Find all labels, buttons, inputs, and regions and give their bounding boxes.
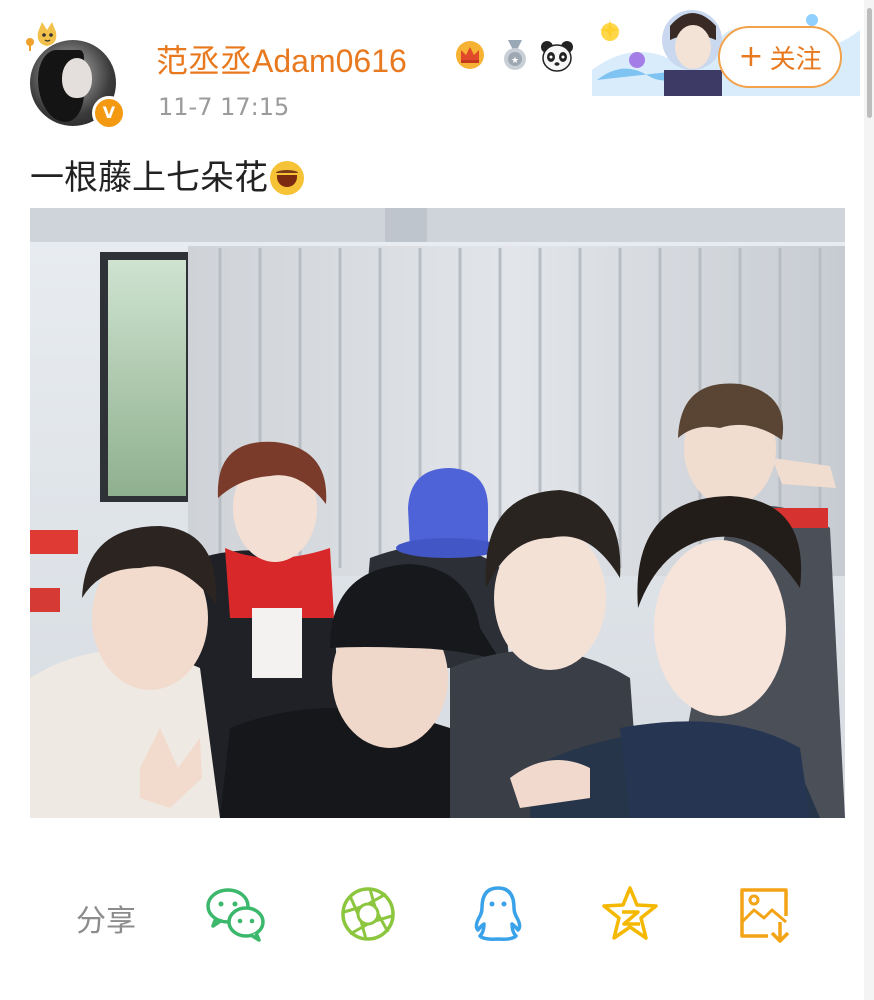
scrollbar-thumb[interactable]: [867, 8, 872, 118]
svg-text:★: ★: [511, 56, 519, 66]
qzone-icon[interactable]: [598, 882, 662, 946]
avatar[interactable]: V: [26, 22, 126, 130]
post-content: 一根藤上七朵花: [30, 150, 304, 199]
post-header: V 范丞丞Adam0616 ★ 11-7 17:15 + 关注: [0, 0, 864, 135]
share-label: 分享: [76, 904, 136, 939]
qq-icon[interactable]: [466, 882, 530, 946]
verified-v-icon: V: [92, 96, 126, 130]
post-timestamp: 11-7 17:15: [158, 93, 290, 121]
post-photo[interactable]: [30, 208, 845, 818]
follow-button[interactable]: + 关注: [718, 26, 842, 88]
scrollbar[interactable]: [864, 0, 874, 1000]
plus-icon: +: [738, 39, 764, 74]
medal-icon: ★: [504, 40, 526, 70]
cat-badge-icon: [26, 22, 57, 51]
moments-icon[interactable]: [336, 882, 400, 946]
laughing-emoji-icon: [270, 161, 304, 195]
share-bar: 分享: [0, 860, 864, 970]
wechat-icon[interactable]: [204, 882, 268, 946]
crown-icon: [456, 41, 484, 69]
username[interactable]: 范丞丞Adam0616: [156, 36, 407, 82]
panda-icon: [541, 41, 573, 72]
save-image-icon[interactable]: [732, 882, 796, 946]
follow-label: 关注: [769, 44, 822, 75]
post-text: 一根藤上七朵花: [30, 158, 268, 198]
avatar-face: [62, 58, 92, 98]
